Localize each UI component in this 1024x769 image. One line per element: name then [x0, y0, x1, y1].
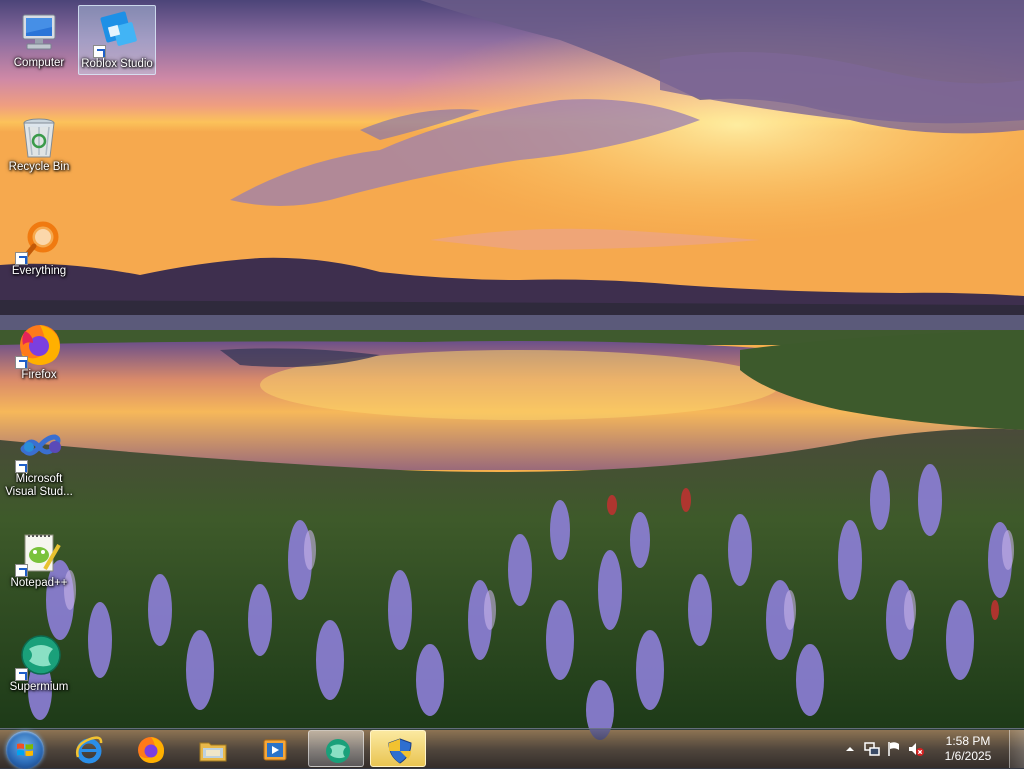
- desktop-icon-supermium[interactable]: Supermium: [1, 629, 77, 699]
- desktop-icon-roblox-studio[interactable]: Roblox Studio: [78, 5, 156, 75]
- taskbar-clock[interactable]: 1:58 PM 1/6/2025: [938, 734, 998, 764]
- taskbar: 1:58 PM 1/6/2025: [0, 728, 1024, 769]
- shortcut-arrow-icon: [93, 45, 106, 58]
- taskbar-firefox-button[interactable]: [122, 730, 178, 767]
- network-icon[interactable]: [864, 741, 880, 757]
- volume-muted-icon[interactable]: [908, 741, 924, 757]
- notepad-plus-plus-icon: [15, 529, 63, 577]
- desktop-icon-firefox[interactable]: Firefox: [1, 317, 77, 387]
- firefox-icon: [15, 321, 63, 369]
- shortcut-arrow-icon: [15, 460, 28, 473]
- action-center-flag-icon[interactable]: [886, 741, 902, 757]
- desktop-icon-label: Everything: [11, 265, 67, 277]
- desktop-icon-label: Roblox Studio: [81, 58, 153, 70]
- visual-studio-icon: [15, 425, 63, 473]
- notification-area: 1:58 PM 1/6/2025: [834, 729, 1024, 769]
- desktop-icon-recycle-bin[interactable]: Recycle Bin: [1, 109, 77, 179]
- supermium-icon: [15, 633, 63, 681]
- desktop-icon-label: Firefox: [21, 369, 57, 381]
- desktop-wallpaper[interactable]: [0, 0, 1024, 768]
- start-button[interactable]: [6, 731, 44, 769]
- roblox-studio-icon: [93, 10, 141, 58]
- shortcut-arrow-icon: [15, 356, 28, 369]
- taskbar-supermium-button[interactable]: [308, 730, 364, 767]
- desktop-icon-everything[interactable]: Everything: [1, 213, 77, 283]
- internet-explorer-icon: [76, 736, 103, 764]
- desktop-icon-label: Recycle Bin: [8, 161, 70, 173]
- shortcut-arrow-icon: [15, 564, 28, 577]
- everything-search-icon: [15, 217, 63, 265]
- media-player-icon: [263, 739, 287, 761]
- supermium-icon: [326, 739, 350, 763]
- uac-shield-icon: [388, 738, 412, 764]
- file-explorer-icon: [199, 742, 227, 762]
- desktop-icon-label: Computer: [13, 57, 65, 69]
- windows-start-orb-icon: [17, 743, 33, 757]
- taskbar-file-explorer-button[interactable]: [184, 730, 240, 767]
- desktop-icon-label: Notepad++: [10, 577, 68, 589]
- shortcut-arrow-icon: [15, 252, 28, 265]
- desktop-icon-notepad-plus-plus[interactable]: Notepad++: [1, 525, 77, 595]
- desktop-icon-computer[interactable]: Computer: [1, 5, 77, 75]
- firefox-icon: [138, 737, 164, 763]
- recycle-bin-icon: [15, 113, 63, 161]
- clock-date: 1/6/2025: [944, 749, 992, 763]
- computer-icon: [15, 9, 63, 57]
- show-hidden-icons-arrow-icon[interactable]: [842, 741, 858, 757]
- show-desktop-button[interactable]: [1009, 730, 1024, 768]
- desktop-icon-visual-studio[interactable]: Microsoft Visual Stud...: [1, 421, 77, 505]
- desktop-icon-label: Supermium: [9, 681, 69, 693]
- clock-time: 1:58 PM: [945, 734, 991, 748]
- taskbar-media-player-button[interactable]: [246, 730, 302, 767]
- desktop-icon-label: Microsoft Visual Stud...: [5, 473, 73, 498]
- shortcut-arrow-icon: [15, 668, 28, 681]
- taskbar-internet-explorer-button[interactable]: [60, 730, 116, 767]
- taskbar-uac-shield-button[interactable]: [370, 730, 426, 767]
